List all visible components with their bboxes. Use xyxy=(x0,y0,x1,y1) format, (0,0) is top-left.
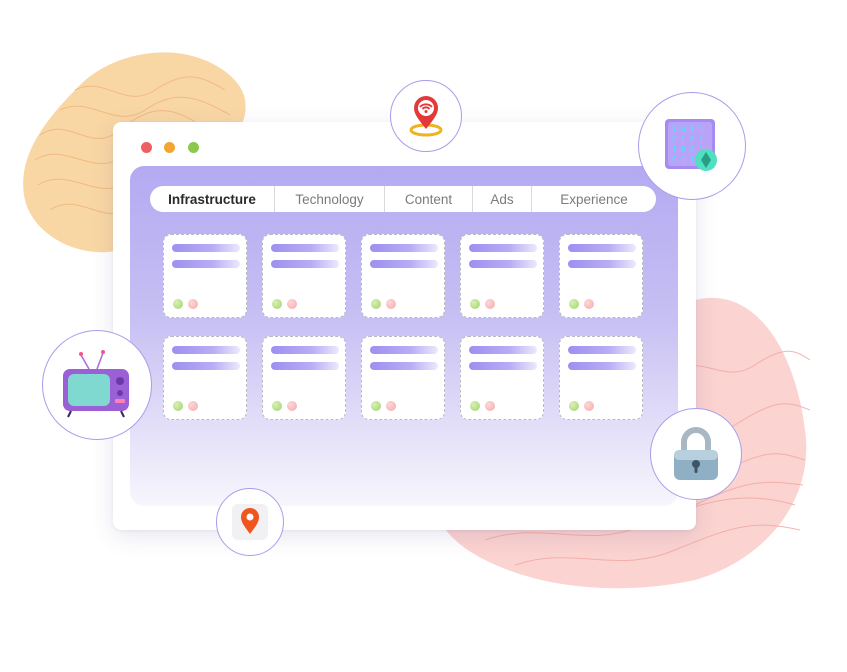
retro-tv-badge xyxy=(42,330,152,440)
binary-chip-icon: 1 0 1 1 0 1 0 1 1 0 0 1 0 1 1 1 xyxy=(665,119,717,171)
content-card[interactable] xyxy=(361,234,445,318)
card-line xyxy=(568,260,636,268)
status-dot-pink xyxy=(188,401,198,411)
status-dot-pink xyxy=(188,299,198,309)
content-card[interactable] xyxy=(163,336,247,420)
content-card[interactable] xyxy=(559,336,643,420)
card-line xyxy=(469,362,537,370)
wifi-location-badge xyxy=(390,80,462,152)
status-dot-green xyxy=(371,299,381,309)
tab-infrastructure[interactable]: Infrastructure xyxy=(150,186,275,212)
card-line xyxy=(469,244,537,252)
content-card[interactable] xyxy=(262,234,346,318)
status-dot-green xyxy=(173,401,183,411)
status-dot-pink xyxy=(386,401,396,411)
status-dot-green xyxy=(470,299,480,309)
content-card[interactable] xyxy=(262,336,346,420)
card-line xyxy=(271,362,339,370)
tab-bar: Infrastructure Technology Content Ads Ex… xyxy=(150,186,656,212)
content-card[interactable] xyxy=(163,234,247,318)
content-card[interactable] xyxy=(559,234,643,318)
svg-text:0 1 0 1: 0 1 0 1 xyxy=(672,135,704,144)
card-line xyxy=(172,346,240,354)
card-line xyxy=(172,244,240,252)
card-line xyxy=(568,244,636,252)
status-dot-pink xyxy=(287,299,297,309)
card-line xyxy=(568,362,636,370)
status-dot-green xyxy=(569,299,579,309)
content-card[interactable] xyxy=(361,336,445,420)
padlock-icon xyxy=(674,427,718,480)
card-line xyxy=(172,260,240,268)
tab-ads[interactable]: Ads xyxy=(473,186,532,212)
card-line xyxy=(370,362,438,370)
status-dot-pink xyxy=(386,299,396,309)
browser-window: Infrastructure Technology Content Ads Ex… xyxy=(113,122,696,530)
minimize-dot[interactable] xyxy=(164,142,175,153)
content-card[interactable] xyxy=(460,234,544,318)
status-dot-green xyxy=(272,401,282,411)
card-line xyxy=(370,346,438,354)
status-dot-pink xyxy=(584,299,594,309)
close-dot[interactable] xyxy=(141,142,152,153)
padlock-badge xyxy=(650,408,742,500)
binary-chip-badge: 1 0 1 1 0 1 0 1 1 0 0 1 0 1 1 1 xyxy=(638,92,746,200)
map-pin-badge xyxy=(216,488,284,556)
status-dot-green xyxy=(371,401,381,411)
map-pin-icon xyxy=(232,504,268,540)
card-line xyxy=(172,362,240,370)
tab-experience[interactable]: Experience xyxy=(532,186,656,212)
content-panel: Infrastructure Technology Content Ads Ex… xyxy=(130,166,678,506)
card-line xyxy=(469,260,537,268)
card-line xyxy=(271,346,339,354)
status-dot-green xyxy=(569,401,579,411)
maximize-dot[interactable] xyxy=(188,142,199,153)
card-line xyxy=(271,260,339,268)
card-line xyxy=(568,346,636,354)
status-dot-green xyxy=(470,401,480,411)
card-line xyxy=(271,244,339,252)
content-card[interactable] xyxy=(460,336,544,420)
retro-tv-icon xyxy=(63,350,129,418)
card-line xyxy=(370,244,438,252)
wifi-location-icon xyxy=(409,96,443,137)
card-line xyxy=(469,346,537,354)
status-dot-pink xyxy=(485,401,495,411)
status-dot-pink xyxy=(584,401,594,411)
card-line xyxy=(370,260,438,268)
tab-technology[interactable]: Technology xyxy=(275,186,385,212)
tab-content[interactable]: Content xyxy=(385,186,473,212)
status-dot-pink xyxy=(287,401,297,411)
svg-text:1 0 1 1: 1 0 1 1 xyxy=(672,125,704,134)
status-dot-green xyxy=(173,299,183,309)
status-dot-green xyxy=(272,299,282,309)
status-dot-pink xyxy=(485,299,495,309)
